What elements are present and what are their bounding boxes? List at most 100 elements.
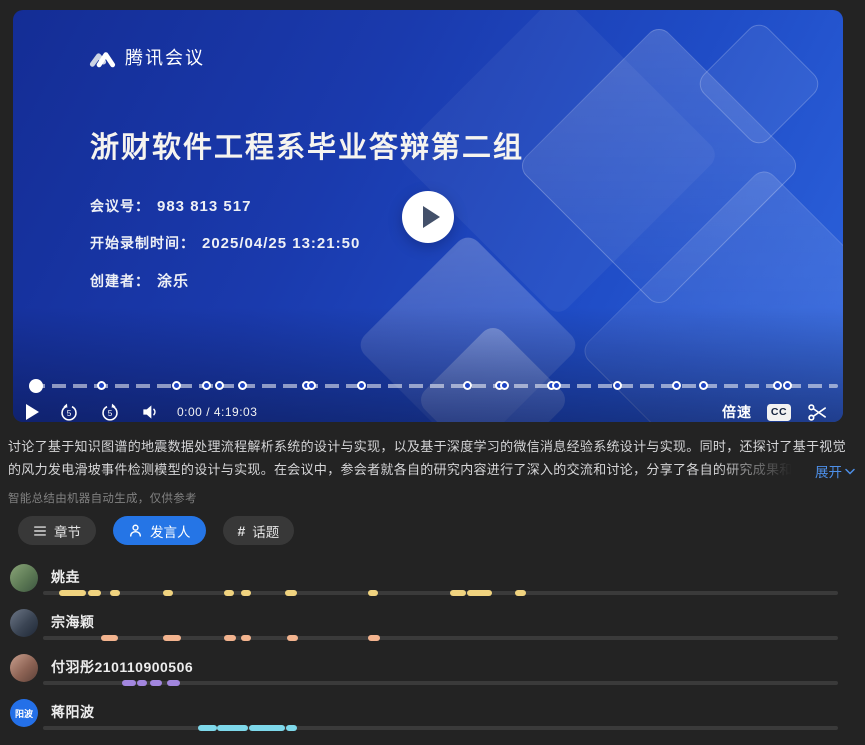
progress-marker[interactable] xyxy=(463,381,472,390)
speech-segment[interactable] xyxy=(122,680,136,686)
speech-segment[interactable] xyxy=(150,680,162,686)
tab-label: 话题 xyxy=(252,521,279,541)
meta-line: 会议号： 983 813 517 xyxy=(90,196,360,216)
rewind-5s-button[interactable]: 5 xyxy=(58,401,80,422)
progress-marker[interactable] xyxy=(672,381,681,390)
progress-marker[interactable] xyxy=(773,381,782,390)
speech-segment[interactable] xyxy=(241,590,251,596)
speech-segment[interactable] xyxy=(224,635,236,641)
speaker-row: 阳波 蒋阳波 xyxy=(10,695,838,740)
chevron-down-icon xyxy=(845,468,855,475)
cc-subtitles-button[interactable]: CC xyxy=(767,404,791,421)
hash-icon: # xyxy=(238,524,246,538)
progress-marker[interactable] xyxy=(500,381,509,390)
svg-text:5: 5 xyxy=(108,409,113,418)
scissors-icon xyxy=(806,401,829,423)
summary-disclaimer: 智能总结由机器自动生成，仅供参考 xyxy=(8,490,857,506)
meta-line: 创建者：涂乐 xyxy=(90,270,360,291)
meta-value: 2025/04/25 13:21:50 xyxy=(202,235,360,252)
svg-text:5: 5 xyxy=(67,409,72,418)
speech-segment[interactable] xyxy=(101,635,118,641)
progress-marker[interactable] xyxy=(357,381,366,390)
speaker-name: 姚垚 xyxy=(51,567,80,587)
forward-5s-button[interactable]: 5 xyxy=(99,401,121,422)
progress-marker[interactable] xyxy=(699,381,708,390)
meta-value: 983 813 517 xyxy=(157,198,251,215)
speech-segment[interactable] xyxy=(217,725,248,731)
rewind-5-icon: 5 xyxy=(58,401,80,422)
progress-marker[interactable] xyxy=(307,381,316,390)
speech-segment[interactable] xyxy=(198,725,217,731)
progress-bar[interactable] xyxy=(31,381,838,391)
brand: 腾讯会议 xyxy=(89,44,205,70)
speech-segment[interactable] xyxy=(59,590,86,596)
progress-marker[interactable] xyxy=(552,381,561,390)
tab-speakers[interactable]: 发言人 xyxy=(113,516,206,545)
meta-label: 会议号： xyxy=(90,196,150,216)
playhead[interactable] xyxy=(29,379,43,393)
speaker-timeline xyxy=(43,726,838,730)
volume-button[interactable] xyxy=(140,402,161,422)
progress-track xyxy=(31,384,838,388)
speech-segment[interactable] xyxy=(241,635,251,641)
meta-line: 开始录制时间：2025/04/25 13:21:50 xyxy=(90,233,360,253)
avatar: 阳波 xyxy=(10,699,38,727)
list-icon xyxy=(33,524,47,538)
clip-button[interactable] xyxy=(806,401,829,423)
speech-segment[interactable] xyxy=(88,590,101,596)
progress-marker[interactable] xyxy=(215,381,224,390)
expand-summary-link[interactable]: 展开 xyxy=(811,461,855,481)
speech-segment[interactable] xyxy=(368,635,380,641)
avatar xyxy=(10,564,38,592)
speaker-name: 宗海颖 xyxy=(51,612,95,632)
ai-summary: 讨论了基于知识图谱的地震数据处理流程解析系统的设计与实现，以及基于深度学习的微信… xyxy=(8,435,857,506)
speech-segment[interactable] xyxy=(167,680,180,686)
avatar xyxy=(10,654,38,682)
progress-marker[interactable] xyxy=(202,381,211,390)
speech-segment[interactable] xyxy=(450,590,466,596)
meeting-meta: 会议号： 983 813 517 开始录制时间：2025/04/25 13:21:5… xyxy=(90,196,360,308)
volume-icon xyxy=(140,402,161,422)
speech-segment[interactable] xyxy=(249,725,285,731)
speech-segment[interactable] xyxy=(110,590,120,596)
forward-5-icon: 5 xyxy=(99,401,121,422)
avatar xyxy=(10,609,38,637)
meta-label: 创建者： xyxy=(90,271,150,291)
tab-label: 发言人 xyxy=(150,521,191,541)
big-play-button[interactable] xyxy=(402,191,454,243)
speech-segment[interactable] xyxy=(287,635,298,641)
speaker-timeline xyxy=(43,681,838,685)
tencent-meeting-logo-icon xyxy=(89,45,116,70)
speech-segment[interactable] xyxy=(467,590,492,596)
speaker-row: 姚垚 xyxy=(10,560,838,605)
expand-label: 展开 xyxy=(815,461,842,481)
speaker-row: 宗海颖 xyxy=(10,605,838,650)
speech-segment[interactable] xyxy=(285,590,297,596)
playback-speed-button[interactable]: 倍速 xyxy=(722,402,752,422)
video-player[interactable]: 腾讯会议 浙财软件工程系毕业答辩第二组 会议号： 983 813 517 开始录制时… xyxy=(13,10,843,422)
tab-chapters[interactable]: 章节 xyxy=(18,516,96,545)
tab-topics[interactable]: # 话题 xyxy=(223,516,295,545)
play-button[interactable] xyxy=(26,404,39,420)
speech-segment[interactable] xyxy=(224,590,234,596)
meeting-title: 浙财软件工程系毕业答辩第二组 xyxy=(90,124,524,166)
speaker-list: 姚垚宗海颖付羽彤210110900506 阳波 蒋阳波 xyxy=(10,560,838,740)
speech-segment[interactable] xyxy=(137,680,147,686)
speech-segment[interactable] xyxy=(515,590,526,596)
progress-marker[interactable] xyxy=(172,381,181,390)
speaker-timeline xyxy=(43,636,838,640)
avatar-initials: 阳波 xyxy=(15,707,33,720)
speech-segment[interactable] xyxy=(286,725,297,731)
brand-name: 腾讯会议 xyxy=(125,44,205,70)
speech-segment[interactable] xyxy=(163,590,173,596)
speech-segment[interactable] xyxy=(368,590,378,596)
progress-marker[interactable] xyxy=(97,381,106,390)
speaker-name: 付羽彤210110900506 xyxy=(51,657,193,677)
progress-marker[interactable] xyxy=(613,381,622,390)
person-icon xyxy=(128,523,143,538)
progress-marker[interactable] xyxy=(238,381,247,390)
speaker-name: 蒋阳波 xyxy=(51,702,95,722)
play-icon xyxy=(423,206,440,228)
speech-segment[interactable] xyxy=(163,635,181,641)
progress-marker[interactable] xyxy=(783,381,792,390)
